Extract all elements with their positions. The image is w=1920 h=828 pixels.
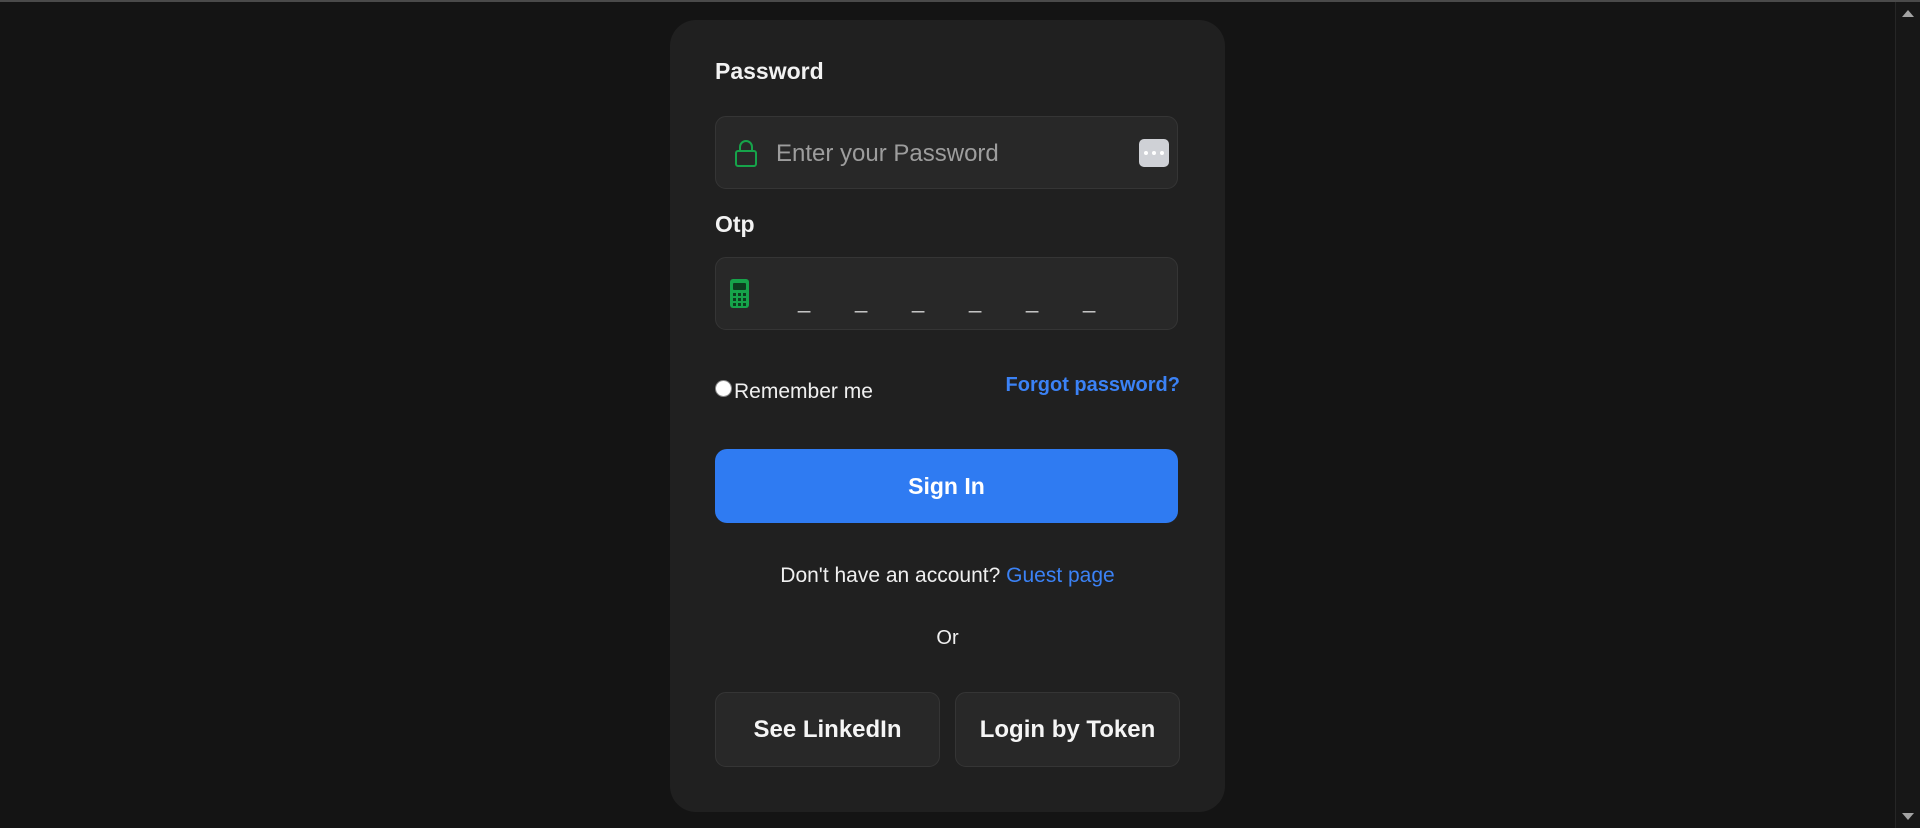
remember-me-label: Remember me (734, 380, 873, 403)
scrollbar[interactable] (1895, 2, 1920, 828)
see-linkedin-button[interactable]: See LinkedIn (715, 692, 940, 767)
scroll-up-icon[interactable] (1902, 10, 1914, 17)
otp-slots[interactable]: _ _ _ _ _ _ (798, 288, 1140, 314)
lock-icon (735, 140, 757, 167)
otp-slot[interactable]: _ (969, 288, 1026, 314)
forgot-password-link[interactable]: Forgot password? (1006, 374, 1180, 397)
window-top-border (0, 0, 1920, 2)
signup-prompt-text: Don't have an account? (780, 564, 1001, 587)
otp-slot[interactable]: _ (1026, 288, 1083, 314)
phone-icon (730, 279, 749, 308)
more-dots-icon[interactable] (1139, 139, 1169, 167)
otp-label: Otp (715, 211, 755, 237)
login-card: Password Otp _ _ _ _ _ _ Remember me For… (670, 20, 1225, 812)
password-input[interactable] (774, 117, 1108, 190)
remember-me-radio[interactable] (715, 379, 732, 397)
otp-slot[interactable]: _ (1083, 288, 1140, 314)
sign-in-button[interactable]: Sign In (715, 449, 1178, 523)
signup-prompt: Don't have an account? Guest page (670, 564, 1225, 588)
or-divider: Or (936, 627, 959, 649)
scroll-down-icon[interactable] (1902, 813, 1914, 820)
otp-slot[interactable]: _ (855, 288, 912, 314)
remember-me[interactable]: Remember me (715, 376, 873, 404)
otp-slot[interactable]: _ (798, 288, 855, 314)
password-field[interactable] (715, 116, 1178, 190)
otp-field[interactable]: _ _ _ _ _ _ (715, 257, 1178, 330)
login-by-token-button[interactable]: Login by Token (955, 692, 1180, 767)
otp-slot[interactable]: _ (912, 288, 969, 314)
guest-page-link[interactable]: Guest page (1006, 564, 1115, 587)
password-label: Password (715, 58, 824, 84)
